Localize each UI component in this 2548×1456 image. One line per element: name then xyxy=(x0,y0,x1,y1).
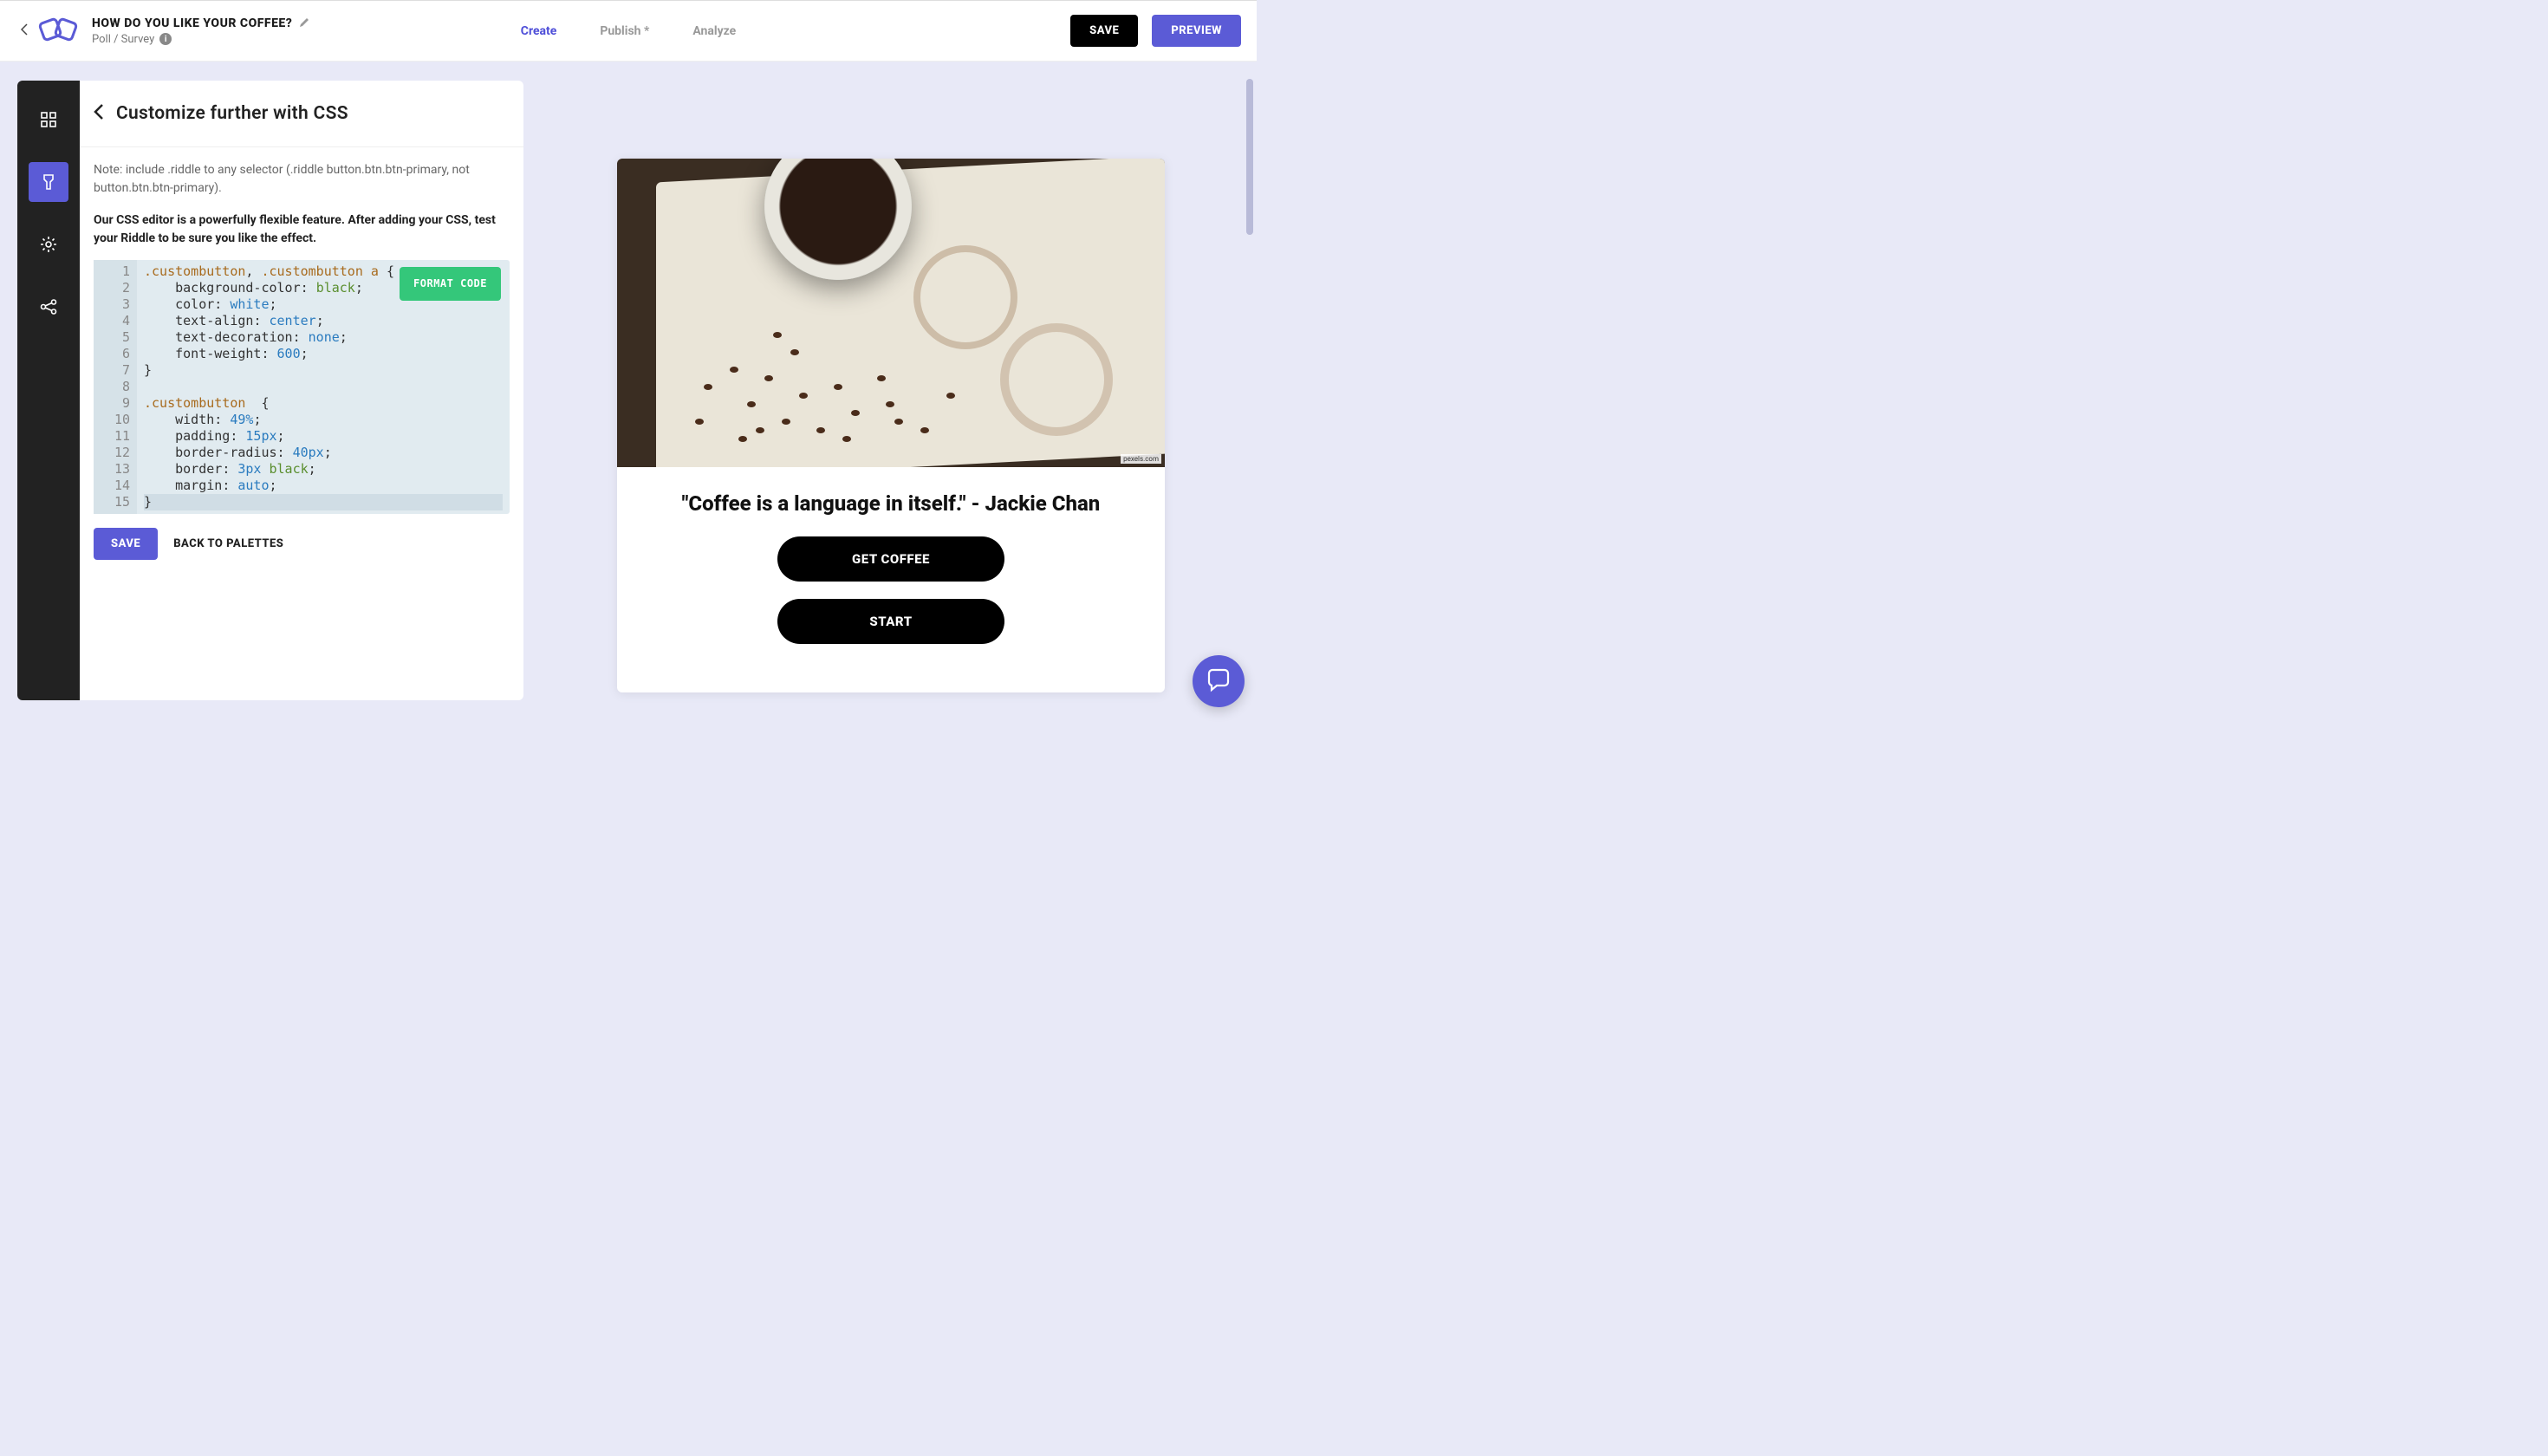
preview-quote: "Coffee is a language in itself." - Jack… xyxy=(634,491,1147,516)
format-code-button[interactable]: FORMAT CODE xyxy=(400,267,501,301)
title-block: HOW DO YOU LIKE YOUR COFFEE? Poll / Surv… xyxy=(92,16,310,46)
back-to-palettes-button[interactable]: BACK TO PALETTES xyxy=(173,537,283,550)
start-button[interactable]: START xyxy=(777,599,1004,644)
css-editor[interactable]: 123456789101112131415 .custombutton, .cu… xyxy=(94,260,510,514)
pencil-icon[interactable] xyxy=(299,16,310,31)
editor-gutter: 123456789101112131415 xyxy=(94,260,137,514)
main-tabs: Create Publish * Analyze xyxy=(521,24,736,38)
page-title: HOW DO YOU LIKE YOUR COFFEE? xyxy=(92,16,292,30)
sidebar xyxy=(17,81,80,700)
scrollbar[interactable] xyxy=(1246,79,1253,702)
preview-card: pexels.com "Coffee is a language in itse… xyxy=(617,159,1165,692)
image-credit: pexels.com xyxy=(1121,454,1161,464)
tab-analyze[interactable]: Analyze xyxy=(692,24,736,38)
info-icon[interactable]: i xyxy=(159,33,172,45)
page-subtitle: Poll / Survey xyxy=(92,33,154,46)
back-chevron-icon[interactable] xyxy=(16,23,33,39)
panel-bold-note: Our CSS editor is a powerfully flexible … xyxy=(94,211,510,248)
panel-back-icon[interactable] xyxy=(94,103,104,124)
panel-save-button[interactable]: SAVE xyxy=(94,528,158,560)
tab-create[interactable]: Create xyxy=(521,24,557,38)
tab-publish[interactable]: Publish * xyxy=(600,24,649,38)
preview-button[interactable]: PREVIEW xyxy=(1152,15,1241,47)
panel-note: Note: include .riddle to any selector (.… xyxy=(94,161,510,198)
chat-fab[interactable] xyxy=(1193,655,1245,707)
preview-image: pexels.com xyxy=(617,159,1165,467)
save-button[interactable]: SAVE xyxy=(1070,15,1138,47)
workspace: Customize further with CSS Note: include… xyxy=(0,62,1257,719)
logo-icon[interactable] xyxy=(36,12,81,50)
css-panel: Customize further with CSS Note: include… xyxy=(80,81,523,700)
get-coffee-button[interactable]: GET COFFEE xyxy=(777,536,1004,582)
sidebar-item-blocks[interactable] xyxy=(29,100,68,140)
sidebar-item-style[interactable] xyxy=(29,162,68,202)
sidebar-item-settings[interactable] xyxy=(29,224,68,264)
sidebar-item-share[interactable] xyxy=(29,287,68,327)
topbar: HOW DO YOU LIKE YOUR COFFEE? Poll / Surv… xyxy=(0,1,1257,62)
panel-title: Customize further with CSS xyxy=(116,103,348,124)
